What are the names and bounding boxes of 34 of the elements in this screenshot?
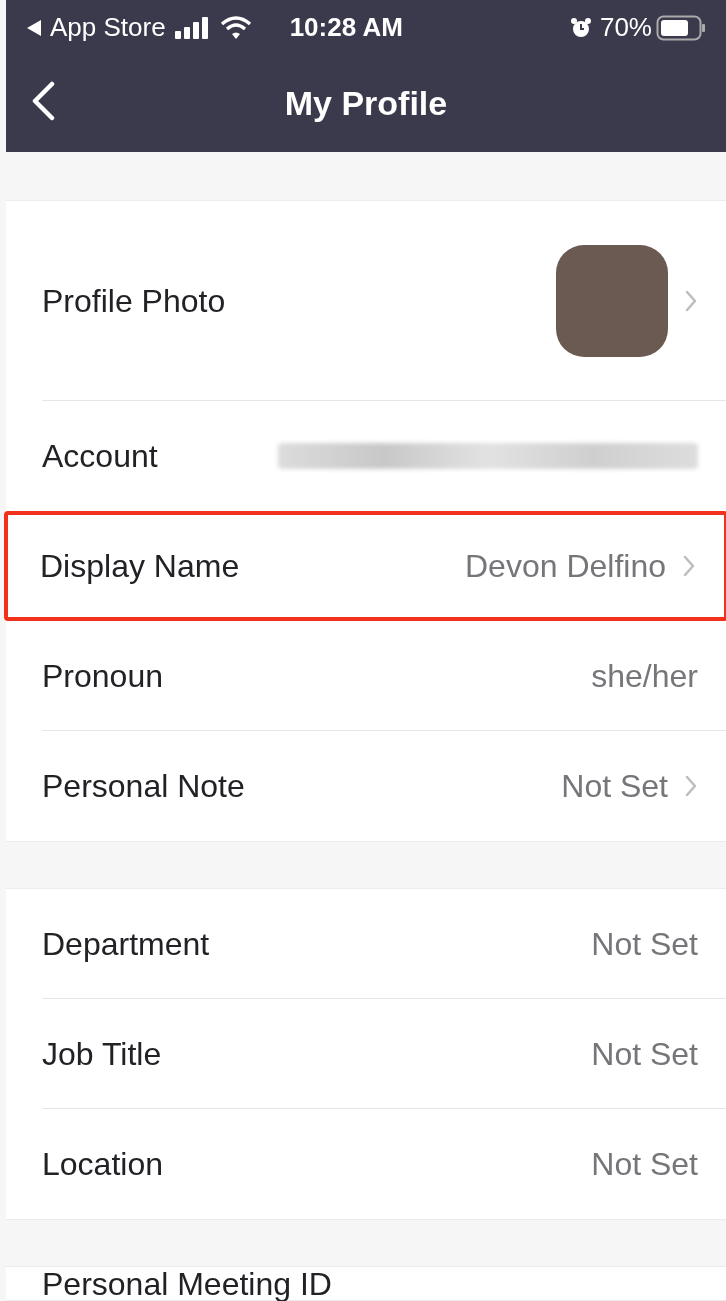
row-value: Not Set [561,767,668,806]
row-label: Department [42,928,210,960]
row-value: Not Set [591,1145,698,1184]
row-value: Devon Delfino [465,547,666,586]
settings-row[interactable]: Account [6,401,726,511]
row-value: she/her [591,657,698,696]
row-label: Account [42,440,158,472]
row-label: Personal Note [42,770,245,802]
settings-row[interactable]: Job Title Not Set [6,999,726,1109]
settings-row[interactable]: Location Not Set [6,1109,726,1219]
row-value: Not Set [591,1035,698,1074]
highlighted-settings-row[interactable]: Display Name Devon Delfino [4,511,726,621]
battery-percentage: 70% [599,11,652,44]
settings-row[interactable]: Profile Photo [6,201,726,401]
battery-icon [656,14,706,41]
row-label: Job Title [42,1038,162,1070]
row-label: Pronoun [42,660,163,692]
page-title: My Profile [284,83,448,124]
back-triangle-icon [26,18,42,37]
row-label: Personal Meeting ID [42,1268,332,1300]
row-label: Location [42,1148,163,1180]
status-time: 10:28 AM [289,11,403,44]
back-app-label[interactable]: App Store [50,8,166,47]
row-label: Display Name [40,550,240,582]
settings-row[interactable]: Personal Note Not Set [6,731,726,841]
back-button[interactable] [30,81,56,121]
settings-row[interactable]: Pronoun she/her [6,621,726,731]
settings-row[interactable]: Department Not Set [6,889,726,999]
settings-row[interactable]: Personal Meeting ID [6,1267,726,1300]
wifi-icon [219,15,252,40]
row-value: Not Set [591,925,698,964]
back-chevron-icon [30,81,56,121]
row-label: Profile Photo [42,285,226,317]
alarm-clock-icon [569,16,592,39]
